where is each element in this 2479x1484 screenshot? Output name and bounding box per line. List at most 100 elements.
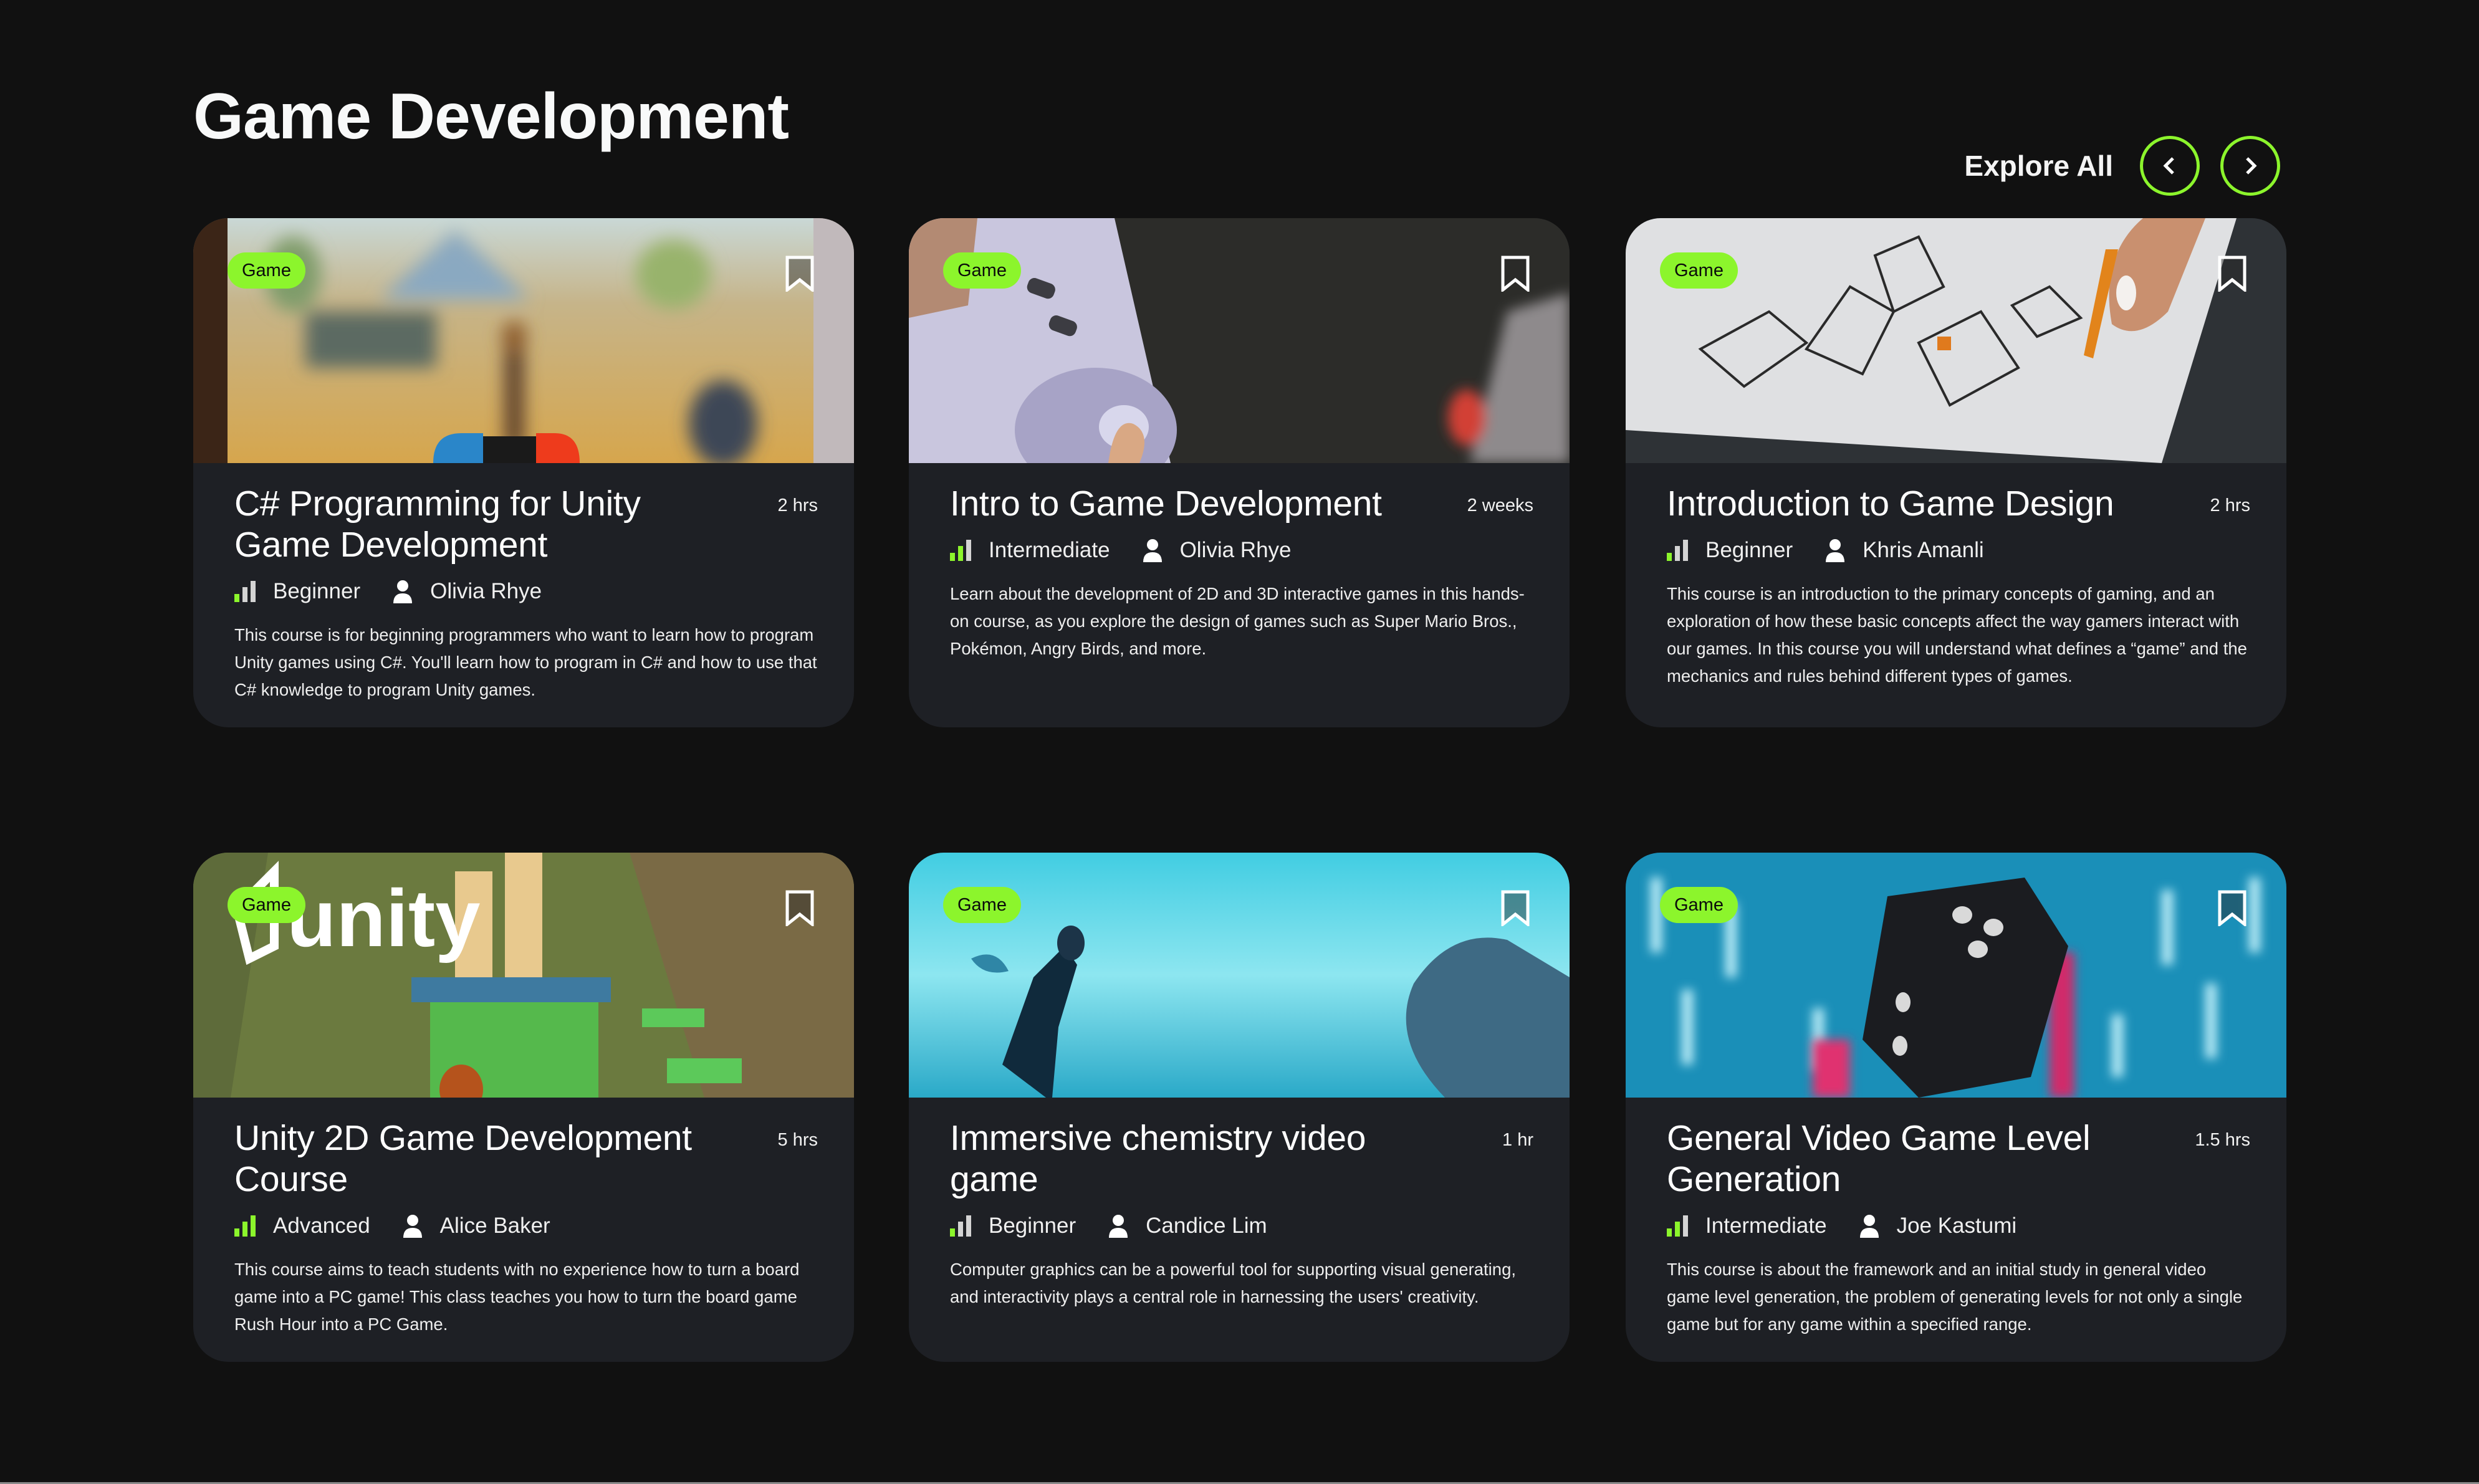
level-bar [251, 1215, 256, 1237]
course-duration: 2 hrs [2210, 495, 2250, 515]
level-bar [958, 1222, 963, 1237]
course-level: Beginner [950, 1214, 1076, 1238]
course-meta: Beginner Olivia Rhye [234, 578, 813, 605]
course-duration: 2 hrs [777, 495, 818, 515]
previous-button[interactable] [2140, 136, 2200, 196]
user-icon [1859, 1215, 1879, 1238]
header-actions: Explore All [1964, 136, 2280, 196]
course-instructor: Alice Baker [403, 1214, 550, 1238]
bookmark-icon[interactable] [785, 890, 814, 926]
course-image: Game [909, 218, 1570, 463]
course-title[interactable]: Intro to Game Development [950, 483, 1436, 524]
level-label: Intermediate [989, 538, 1110, 562]
course-meta: Beginner Candice Lim [950, 1212, 1528, 1240]
level-label: Intermediate [1705, 1214, 1827, 1238]
user-icon [403, 1215, 422, 1238]
course-description: Learn about the development of 2D and 3D… [950, 584, 1525, 658]
level-label: Beginner [273, 579, 361, 603]
course-image: Game [909, 853, 1570, 1098]
course-image: Game [193, 218, 854, 463]
level-bars-icon [1667, 1215, 1690, 1237]
course-title[interactable]: C# Programming for Unity Game Developmen… [234, 483, 721, 565]
level-bar [958, 546, 963, 561]
category-tag: Game [228, 887, 305, 923]
course-instructor: Olivia Rhye [393, 579, 542, 604]
page-title: Game Development [193, 80, 789, 153]
course-image: Game [1626, 853, 2286, 1098]
course-title[interactable]: Immersive chemistry video game [950, 1118, 1436, 1200]
level-bar [950, 1228, 955, 1237]
level-bar [234, 1228, 239, 1237]
bookmark-icon[interactable] [2218, 890, 2246, 926]
level-label: Beginner [989, 1214, 1076, 1238]
course-meta: Intermediate Joe Kastumi [1667, 1212, 2245, 1240]
course-meta: Advanced Alice Baker [234, 1212, 813, 1240]
instructor-name: Alice Baker [439, 1214, 550, 1238]
level-bar [1667, 1228, 1672, 1237]
course-level: Beginner [1667, 538, 1793, 563]
level-bar [1667, 553, 1672, 561]
course-instructor: Olivia Rhye [1143, 538, 1292, 563]
explore-all-link[interactable]: Explore All [1964, 149, 2113, 183]
course-title[interactable]: Unity 2D Game Development Course [234, 1118, 721, 1200]
level-label: Beginner [1705, 538, 1793, 562]
course-description: This course is about the framework and a… [1667, 1260, 2243, 1334]
svg-text:unity: unity [287, 873, 481, 964]
course-title[interactable]: General Video Game Level Generation [1667, 1118, 2153, 1200]
bookmark-icon[interactable] [2218, 256, 2246, 292]
chevron-right-icon [2246, 157, 2257, 175]
level-bar [234, 594, 239, 602]
bookmark-icon[interactable] [1501, 256, 1530, 292]
bookmark-icon[interactable] [785, 256, 814, 292]
course-instructor: Joe Kastumi [1859, 1214, 2017, 1238]
bookmark-icon[interactable] [1501, 890, 1530, 926]
user-icon [1826, 539, 1845, 562]
course-card[interactable]: Game General Video Game Level Generation… [1626, 853, 2286, 1362]
course-level: Beginner [234, 579, 360, 604]
level-bar [966, 540, 971, 561]
course-title[interactable]: Introduction to Game Design [1667, 483, 2153, 524]
instructor-name: Joe Kastumi [1896, 1214, 2017, 1238]
user-icon [1143, 539, 1162, 562]
course-description: This course is for beginning programmers… [234, 625, 817, 699]
course-card[interactable]: Game Immersive chemistry video game 1 hr… [909, 853, 1570, 1362]
level-bar [1683, 1215, 1688, 1237]
user-icon [393, 580, 413, 603]
course-duration: 1 hr [1502, 1130, 1533, 1150]
level-bar [966, 1215, 971, 1237]
course-instructor: Khris Amanli [1825, 538, 1984, 563]
instructor-name: Candice Lim [1146, 1214, 1267, 1238]
course-level: Intermediate [950, 538, 1110, 563]
course-card[interactable]: Game Introduction to Game Design 2 hrs B… [1626, 218, 2286, 727]
course-duration: 5 hrs [777, 1130, 818, 1150]
category-tag: Game [1660, 887, 1738, 923]
course-instructor: Candice Lim [1108, 1214, 1267, 1238]
category-tag: Game [943, 252, 1021, 289]
level-bar [1683, 540, 1688, 561]
course-card[interactable]: Game Intro to Game Development 2 weeks I… [909, 218, 1570, 727]
instructor-name: Khris Amanli [1863, 538, 1984, 562]
course-description: This course is an introduction to the pr… [1667, 584, 2247, 686]
instructor-name: Olivia Rhye [430, 579, 542, 603]
course-description: This course aims to teach students with … [234, 1260, 800, 1334]
level-bars-icon [950, 1215, 974, 1237]
level-bar [950, 553, 955, 561]
level-bar [1675, 546, 1680, 561]
course-duration: 2 weeks [1467, 495, 1533, 515]
course-level: Advanced [234, 1214, 370, 1238]
course-card[interactable]: unity Game Unity 2D Game Development Cou… [193, 853, 854, 1362]
course-level: Intermediate [1667, 1214, 1827, 1238]
course-card[interactable]: Game C# Programming for Unity Game Devel… [193, 218, 854, 727]
course-image: unity Game [193, 853, 854, 1098]
category-tag: Game [228, 252, 305, 289]
category-tag: Game [1660, 252, 1738, 289]
level-bars-icon [950, 540, 974, 561]
category-tag: Game [943, 887, 1021, 923]
user-icon [1109, 1215, 1128, 1238]
course-description: Computer graphics can be a powerful tool… [950, 1260, 1517, 1306]
next-button[interactable] [2220, 136, 2280, 196]
course-image: Game [1626, 218, 2286, 463]
chevron-left-icon [2163, 157, 2174, 175]
level-bars-icon [234, 1215, 258, 1237]
course-duration: 1.5 hrs [2195, 1130, 2250, 1150]
